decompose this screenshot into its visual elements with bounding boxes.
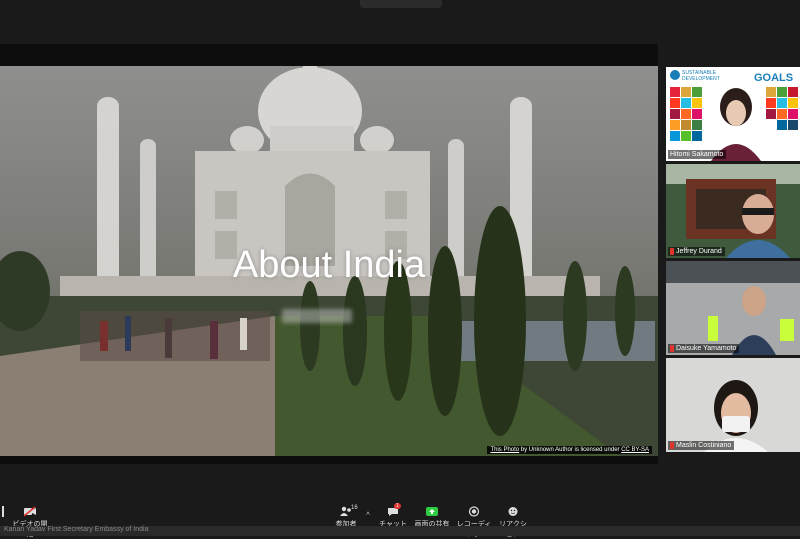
participant-tile[interactable]: Jeffrey Durand [666, 164, 800, 258]
participant-name: Daisuke Yamamoto [668, 344, 740, 353]
chevron-up-icon: ^ [366, 512, 370, 519]
participant-video [666, 358, 800, 452]
sdg-background: SUSTAINABLE DEVELOPMENT GOALS [666, 67, 800, 161]
video-off-icon [23, 506, 36, 517]
participant-name-text: Hitomi Sakamoto [670, 151, 724, 158]
slide-subtitle-blurred [282, 309, 352, 323]
record-icon [468, 506, 480, 517]
slide: About India This Photo by Unknown Author… [0, 66, 658, 456]
top-bar [0, 0, 800, 44]
participants-chevron[interactable]: ^ [364, 512, 372, 519]
top-pill[interactable] [360, 0, 442, 8]
photo-link[interactable]: This Photo [490, 447, 519, 453]
participant-tile[interactable]: Maslin Costiniano [666, 358, 800, 452]
svg-text:DEVELOPMENT: DEVELOPMENT [682, 76, 720, 82]
bottom-caption-strip: Kanan Yadav First Secretary Embassy of I… [0, 526, 800, 536]
bottom-caption: Kanan Yadav First Secretary Embassy of I… [4, 526, 149, 533]
participant-video [666, 164, 800, 258]
chat-badge: 1 [394, 503, 401, 509]
participant-name: Maslin Costiniano [668, 441, 735, 450]
emoji-icon [508, 507, 518, 516]
share-screen-icon [426, 507, 438, 516]
shared-screen: About India This Photo by Unknown Author… [0, 44, 658, 464]
participant-tile[interactable]: Daisuke Yamamoto [666, 261, 800, 355]
photo-credit: This Photo by Unknown Author is licensed… [487, 446, 652, 454]
participant-video [666, 261, 800, 355]
participant-name: Jeffrey Durand [668, 247, 725, 256]
svg-text:GOALS: GOALS [754, 72, 793, 84]
participant-tile[interactable]: SUSTAINABLE DEVELOPMENT GOALS Hitomi Sak… [666, 67, 800, 161]
participant-name-text: Jeffrey Durand [676, 248, 722, 255]
mic-muted-icon [670, 248, 674, 255]
mic-icon [2, 506, 4, 517]
participants-count: 16 [351, 505, 358, 511]
participant-name-text: Daisuke Yamamoto [676, 345, 737, 352]
mic-muted-icon [670, 442, 674, 449]
credit-text: by Unknown Author is licensed under [519, 447, 622, 453]
participant-name: Hitomi Sakamoto [668, 150, 727, 159]
license-link[interactable]: CC BY-SA [621, 447, 649, 453]
participant-name-text: Maslin Costiniano [676, 442, 732, 449]
mute-button-partial[interactable] [0, 506, 6, 519]
slide-title: About India [232, 244, 426, 286]
mic-muted-icon [670, 345, 674, 352]
